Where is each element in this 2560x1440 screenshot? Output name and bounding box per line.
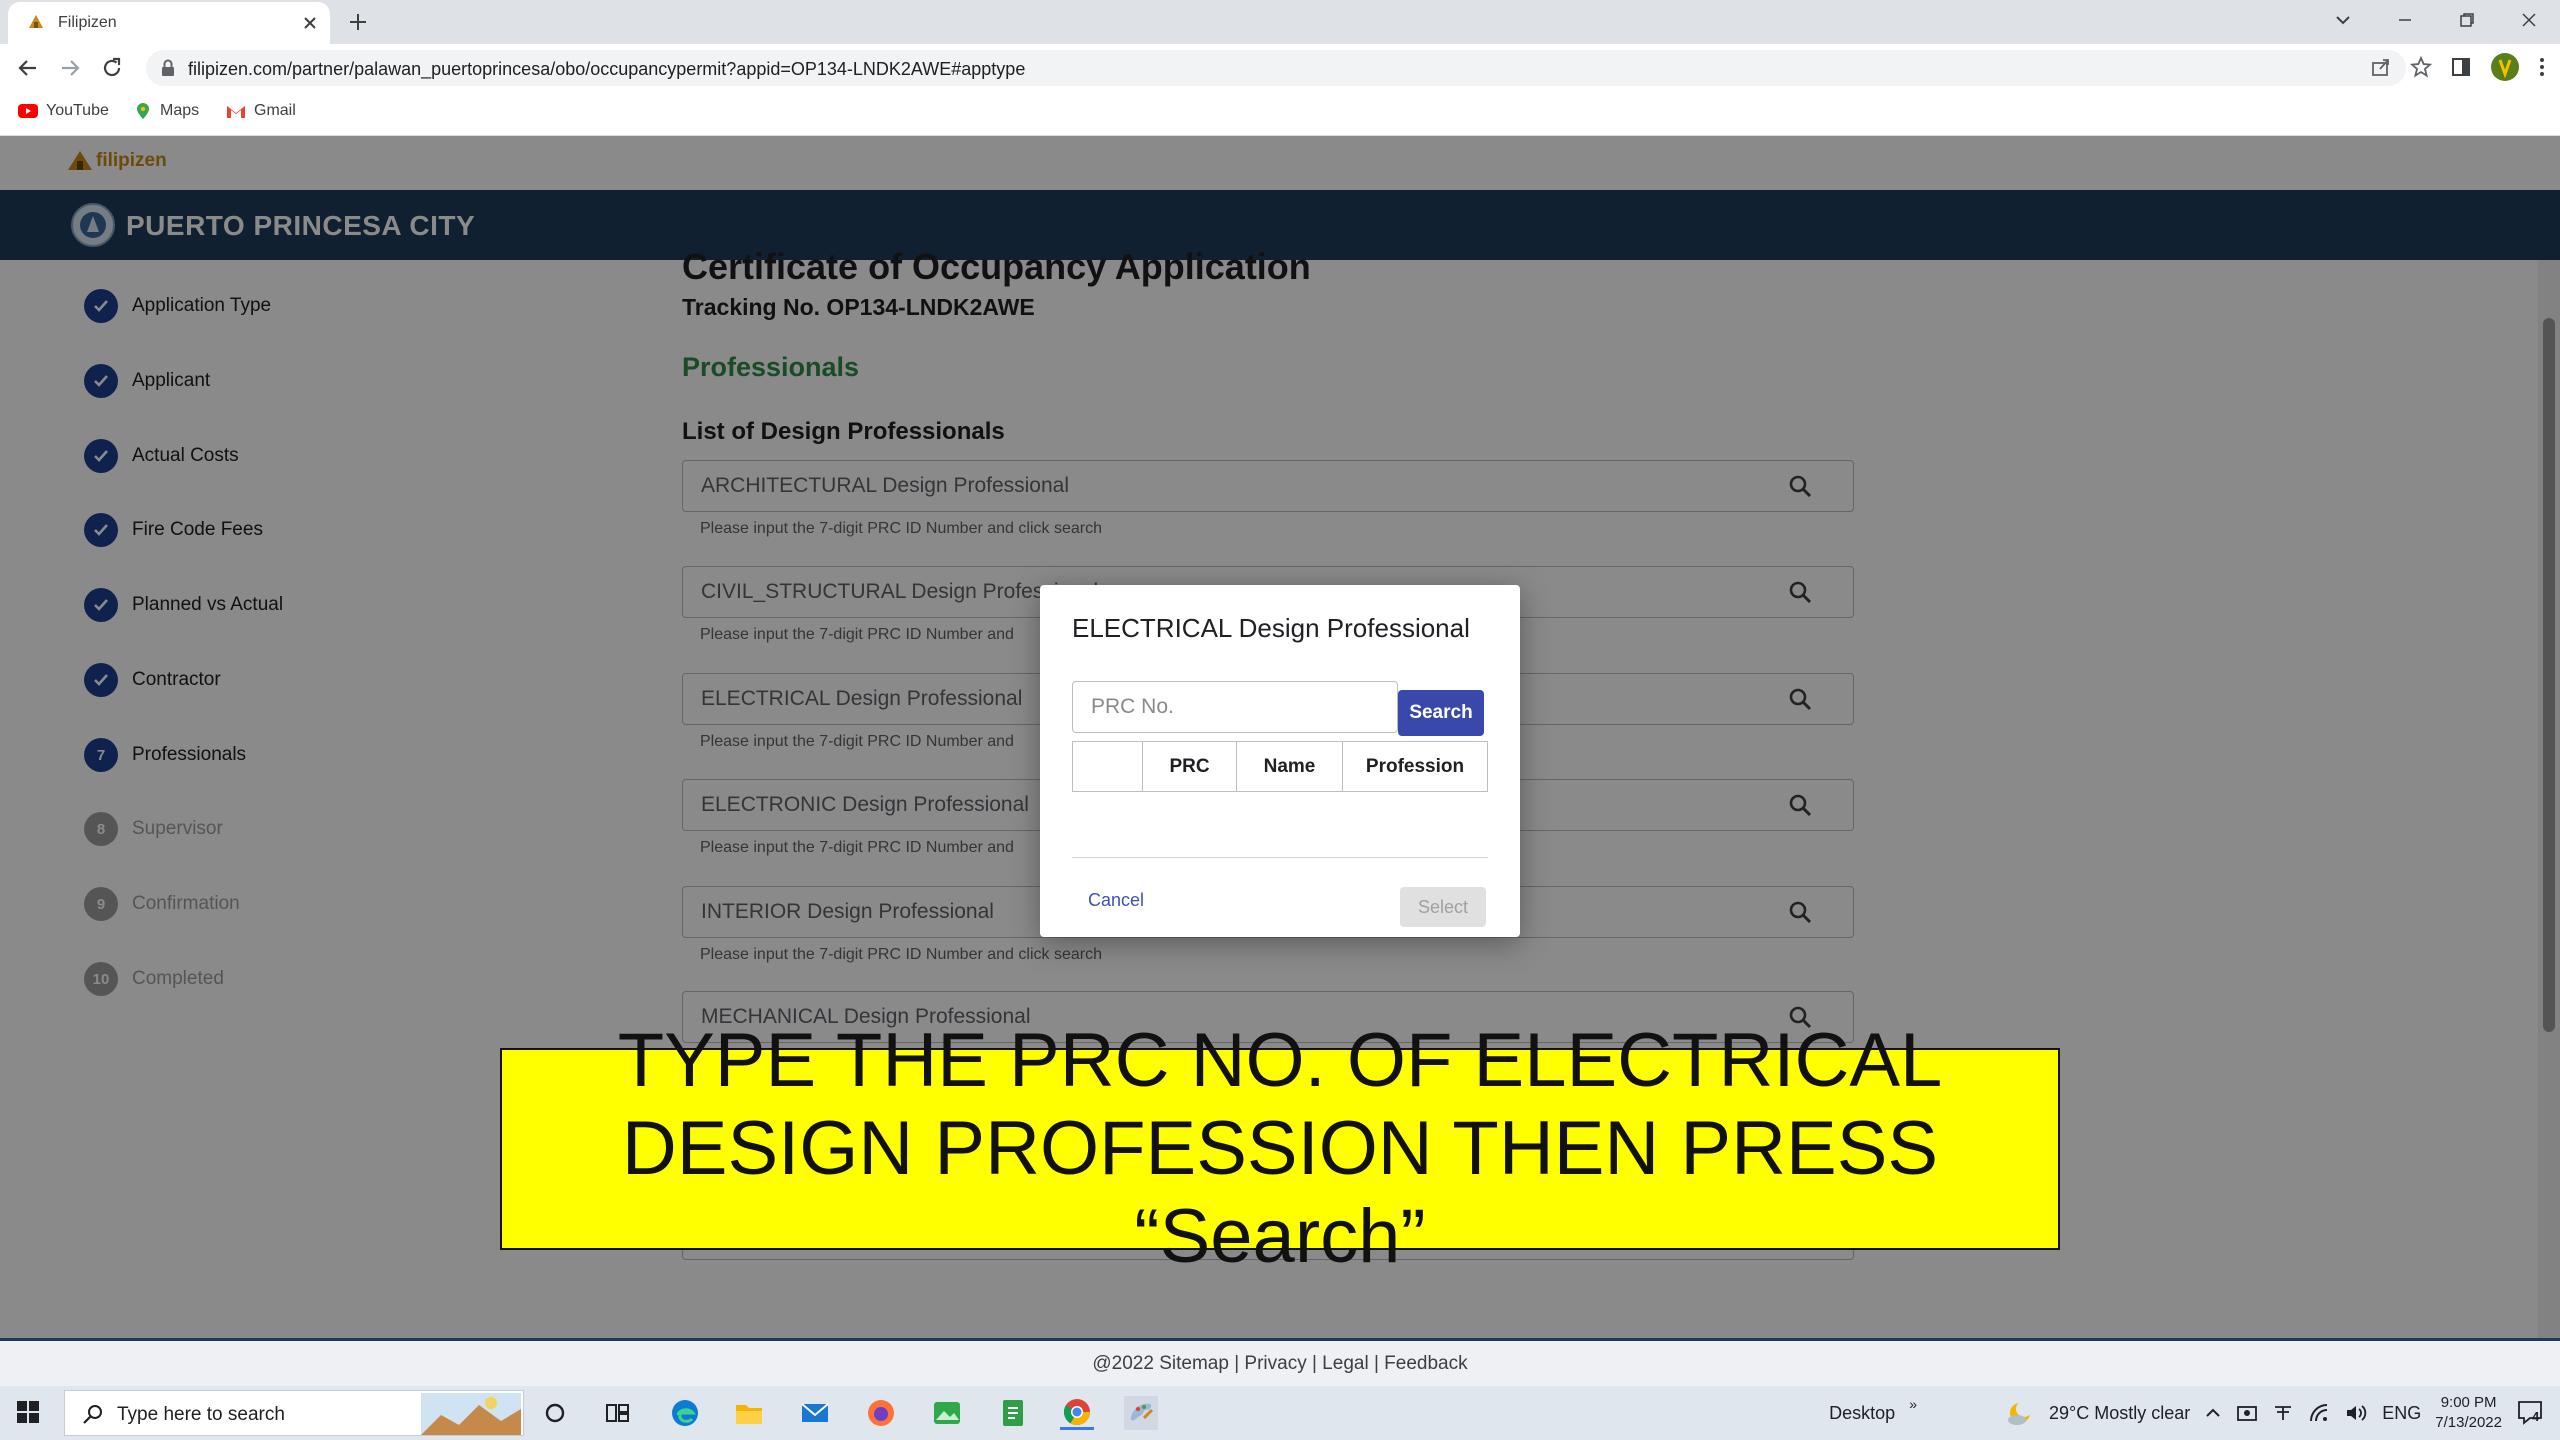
cancel-button[interactable]: Cancel <box>1088 890 1144 911</box>
taskbar-search-box[interactable]: Type here to search <box>64 1390 524 1436</box>
minimize-icon[interactable] <box>2374 0 2436 40</box>
language-indicator[interactable]: ENG <box>2382 1403 2421 1424</box>
bookmark-maps[interactable]: Maps <box>134 102 199 120</box>
taskbar-clock[interactable]: 9:00 PM 7/13/2022 <box>2435 1393 2502 1433</box>
side-panel-icon[interactable] <box>2450 56 2472 78</box>
select-button[interactable]: Select <box>1400 887 1486 927</box>
electrical-professional-dialog: ELECTRICAL Design Professional Search PR… <box>1040 585 1520 937</box>
clock-date: 7/13/2022 <box>2435 1414 2502 1431</box>
select-column-header <box>1072 741 1143 792</box>
tab-title: Filipizen <box>58 14 117 31</box>
gmail-icon <box>226 104 246 119</box>
notification-count: 4 <box>2532 1409 2540 1424</box>
firefox-icon[interactable] <box>864 1396 898 1430</box>
weather-text[interactable]: 29°C Mostly clear <box>2049 1403 2190 1424</box>
url-text: filipizen.com/partner/palawan_puertoprin… <box>188 59 1026 79</box>
search-icon <box>81 1402 105 1426</box>
file-explorer-icon[interactable] <box>732 1396 766 1430</box>
reload-icon[interactable] <box>100 56 124 80</box>
network-wifi-icon[interactable] <box>2308 1402 2330 1424</box>
edge-browser-icon[interactable] <box>668 1396 702 1430</box>
back-arrow-icon[interactable] <box>16 56 40 80</box>
clock-time: 9:00 PM <box>2440 1394 2497 1411</box>
table-header-row: PRC Name Profession <box>1072 741 1488 792</box>
instruction-callout: TYPE THE PRC NO. OF ELECTRICAL DESIGN PR… <box>500 1018 2060 1279</box>
name-column-header: Name <box>1236 741 1343 792</box>
page-footer: @2022 Sitemap | Privacy | Legal | Feedba… <box>0 1338 2560 1386</box>
browser-menu-icon[interactable] <box>2538 56 2546 78</box>
maps-icon <box>134 102 152 120</box>
system-tray: Desktop » 29°C Mostly clear ENG 9:00 PM … <box>1829 1386 2560 1440</box>
weather-moon-icon[interactable] <box>2005 1398 2035 1428</box>
filipizen-favicon-icon <box>26 12 46 32</box>
notification-center-icon[interactable]: 4 <box>2516 1399 2546 1427</box>
search-highlight-image <box>421 1393 521 1435</box>
show-hidden-icons-chevron-icon[interactable] <box>2204 1404 2222 1422</box>
taskbar-search-placeholder: Type here to search <box>117 1404 285 1425</box>
share-icon[interactable] <box>2370 56 2392 78</box>
dialog-title: ELECTRICAL Design Professional <box>1072 613 1470 643</box>
browser-tab[interactable]: Filipizen <box>8 2 330 44</box>
results-table: PRC Name Profession <box>1072 741 1488 792</box>
notes-app-icon[interactable] <box>996 1396 1030 1430</box>
lock-icon[interactable] <box>160 59 176 77</box>
toolbar-actions <box>2370 52 2546 82</box>
prc-column-header: PRC <box>1142 741 1237 792</box>
forward-arrow-icon[interactable] <box>58 56 82 80</box>
bookmark-gmail[interactable]: Gmail <box>226 102 296 120</box>
volume-icon[interactable] <box>2344 1402 2368 1424</box>
windows-taskbar: Type here to search Desktop » 29°C Mostl… <box>0 1386 2560 1440</box>
close-tab-icon[interactable] <box>300 13 320 33</box>
bookmark-label: Maps <box>160 102 200 119</box>
instruction-line: TYPE THE PRC NO. OF ELECTRICAL <box>617 1018 1943 1103</box>
cortana-icon[interactable] <box>538 1396 572 1430</box>
meet-now-icon[interactable] <box>2236 1402 2258 1424</box>
browser-tab-bar: Filipizen <box>0 0 2560 44</box>
dialog-divider <box>1072 857 1488 858</box>
address-bar[interactable]: filipizen.com/partner/palawan_puertoprin… <box>146 50 2406 86</box>
bookmark-label: Gmail <box>254 102 296 119</box>
search-button[interactable]: Search <box>1398 690 1484 736</box>
photos-app-icon[interactable] <box>930 1396 964 1430</box>
restore-icon[interactable] <box>2436 0 2498 40</box>
profession-column-header: Profession <box>1342 741 1488 792</box>
bookmarks-bar: YouTube Maps Gmail <box>0 92 2560 136</box>
new-tab-icon[interactable] <box>346 10 370 34</box>
input-method-icon[interactable] <box>2272 1402 2294 1424</box>
youtube-icon <box>18 104 38 118</box>
window-controls <box>2312 0 2560 40</box>
close-window-icon[interactable] <box>2498 0 2560 40</box>
desktop-toolbar-label[interactable]: Desktop <box>1829 1403 1895 1424</box>
paint-app-icon[interactable] <box>1124 1396 1158 1430</box>
windows-start-icon[interactable] <box>14 1398 42 1426</box>
instruction-text: TYPE THE PRC NO. OF ELECTRICAL DESIGN PR… <box>502 1017 2058 1281</box>
prc-number-input[interactable] <box>1072 681 1398 733</box>
mail-icon[interactable] <box>798 1396 832 1430</box>
instruction-line: DESIGN PROFESSION THEN PRESS “Search” <box>621 1106 1939 1279</box>
profile-avatar-icon[interactable] <box>2490 52 2520 82</box>
tab-search-chevron-down-icon[interactable] <box>2312 0 2374 40</box>
task-view-icon[interactable] <box>600 1396 634 1430</box>
bookmark-star-icon[interactable] <box>2410 56 2432 78</box>
chrome-icon[interactable] <box>1060 1396 1094 1430</box>
toolbar-overflow-chevron-icon[interactable]: » <box>1909 1396 1917 1412</box>
bookmark-youtube[interactable]: YouTube <box>18 102 109 120</box>
footer-links[interactable]: @2022 Sitemap | Privacy | Legal | Feedba… <box>1092 1353 1467 1375</box>
bookmark-label: YouTube <box>46 102 109 119</box>
